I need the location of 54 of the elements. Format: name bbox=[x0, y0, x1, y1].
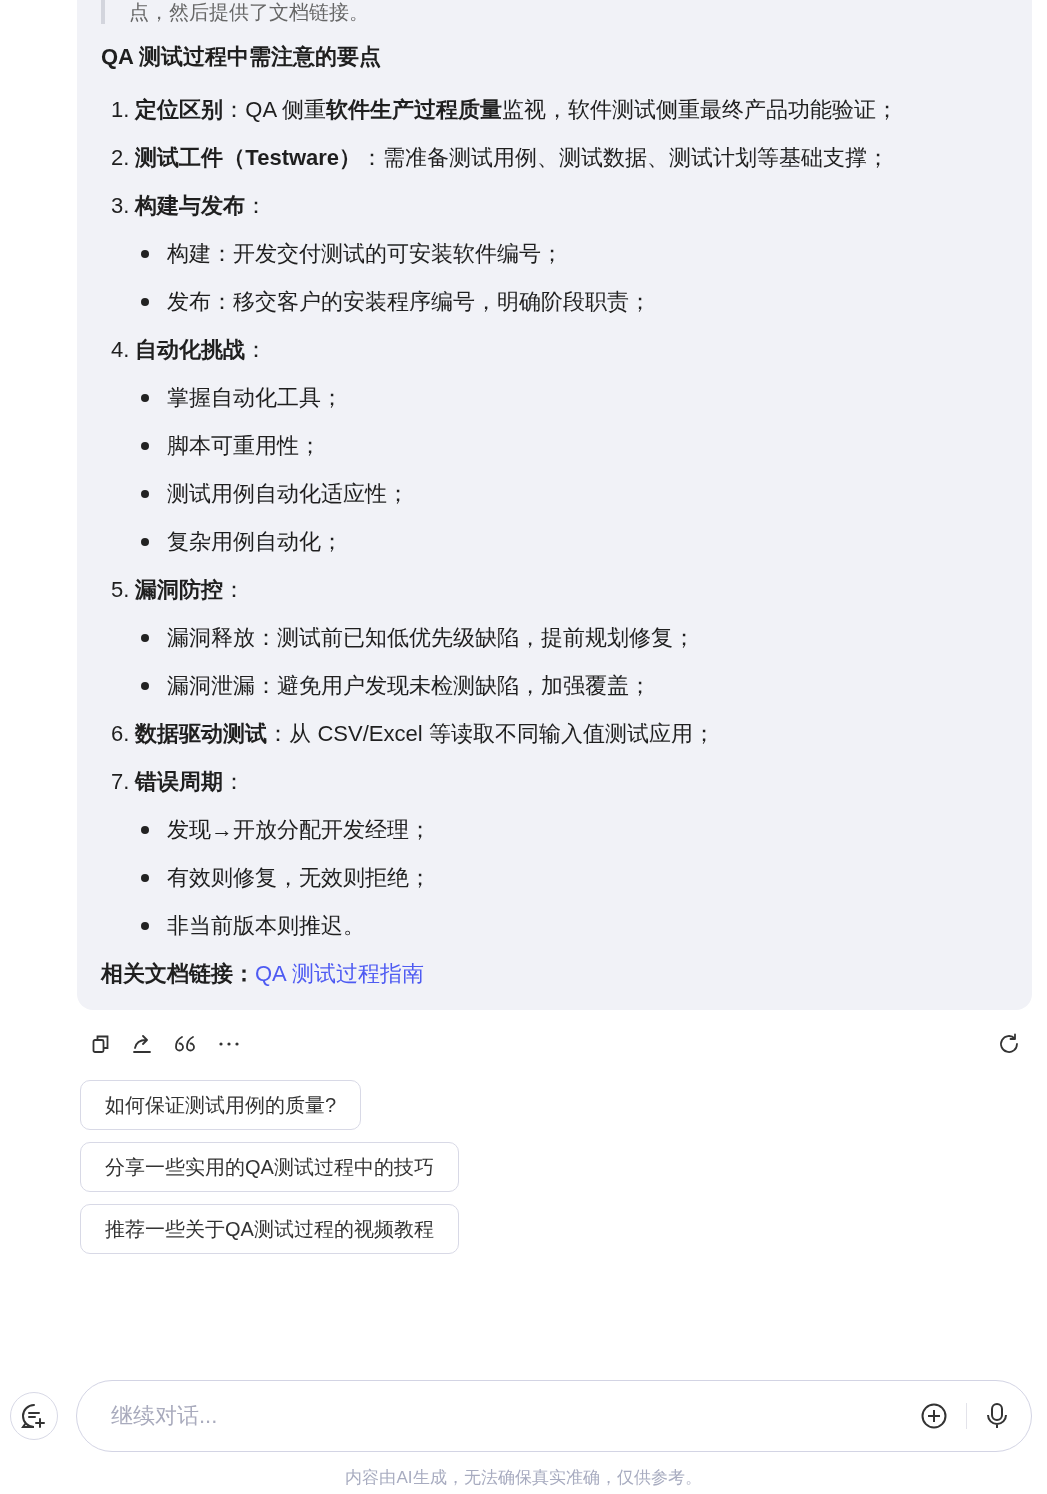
list-item-text: 定位区别：QA 侧重软件生产过程质量监视，软件测试侧重最终产品功能验证； bbox=[135, 96, 899, 124]
add-icon[interactable] bbox=[920, 1402, 948, 1430]
list-item-text: 非当前版本则推迟。 bbox=[167, 912, 365, 940]
new-chat-button[interactable] bbox=[10, 1392, 58, 1440]
disclaimer-text: 内容由AI生成，无法确保真实准确，仅供参考。 bbox=[344, 1467, 703, 1489]
section-heading: QA 测试过程中需注意的要点 bbox=[101, 43, 383, 71]
list-number: 6. bbox=[111, 721, 130, 747]
copy-icon[interactable] bbox=[92, 1034, 110, 1054]
list-number: 1. bbox=[111, 97, 130, 123]
list-item-text: 发现→开放分配开发经理； bbox=[167, 816, 431, 844]
list-item-text: 复杂用例自动化； bbox=[167, 528, 343, 556]
list-number: 4. bbox=[111, 337, 130, 363]
bullet-icon bbox=[141, 826, 149, 834]
bullet-icon bbox=[141, 634, 149, 642]
bullet-icon bbox=[141, 490, 149, 498]
related-docs-label: 相关文档链接： bbox=[101, 961, 255, 986]
list-number: 3. bbox=[111, 193, 130, 219]
share-icon[interactable] bbox=[132, 1035, 152, 1053]
list-number: 5. bbox=[111, 577, 130, 603]
bullet-icon bbox=[141, 298, 149, 306]
list-item-text: 掌握自动化工具； bbox=[167, 384, 343, 412]
bullet-icon bbox=[141, 250, 149, 258]
list-item-text: 构建：开发交付测试的可安装软件编号； bbox=[167, 240, 563, 268]
suggestion-button[interactable]: 推荐一些关于QA测试过程的视频教程 bbox=[80, 1204, 459, 1254]
chat-input-field[interactable]: 继续对话... bbox=[109, 1402, 902, 1430]
new-chat-icon bbox=[20, 1402, 48, 1430]
list-item-text: 错误周期： bbox=[135, 768, 246, 796]
list-item-text: 有效则修复，无效则拒绝； bbox=[167, 864, 431, 892]
list-item-text: 测试用例自动化适应性； bbox=[167, 480, 409, 508]
microphone-icon[interactable] bbox=[985, 1402, 1009, 1430]
list-item-text: 数据驱动测试：从 CSV/Excel 等读取不同输入值测试应用； bbox=[135, 720, 715, 748]
bullet-icon bbox=[141, 442, 149, 450]
list-item-text: 构建与发布： bbox=[135, 192, 268, 220]
refresh-icon[interactable] bbox=[998, 1033, 1020, 1055]
doc-link[interactable]: QA 测试过程指南 bbox=[255, 961, 424, 986]
more-icon[interactable] bbox=[218, 1041, 240, 1047]
list-item-text: 漏洞释放：测试前已知低优先级缺陷，提前规划修复； bbox=[167, 624, 695, 652]
quote-text: 点，然后提供了文档链接。 bbox=[101, 0, 1008, 24]
bullet-icon bbox=[141, 682, 149, 690]
list-item-text: 自动化挑战： bbox=[135, 336, 268, 364]
list-item-text: 脚本可重用性； bbox=[167, 432, 321, 460]
bullet-icon bbox=[141, 874, 149, 882]
list-item-text: 漏洞泄漏：避免用户发现未检测缺陷，加强覆盖； bbox=[167, 672, 651, 700]
suggestion-button[interactable]: 分享一些实用的QA测试过程中的技巧 bbox=[80, 1142, 459, 1192]
bullet-icon bbox=[141, 538, 149, 546]
list-item-text: 测试工件（Testware）：需准备测试用例、测试数据、测试计划等基础支撑； bbox=[135, 144, 890, 172]
bullet-icon bbox=[141, 394, 149, 402]
list-item-text: 漏洞防控： bbox=[135, 576, 246, 604]
bullet-icon bbox=[141, 922, 149, 930]
list-number: 2. bbox=[111, 145, 130, 171]
list-number: 7. bbox=[111, 769, 130, 795]
list-item-text: 发布：移交客户的安装程序编号，明确阶段职责； bbox=[167, 288, 651, 316]
quote-icon[interactable] bbox=[174, 1035, 196, 1053]
suggestion-button[interactable]: 如何保证测试用例的质量? bbox=[80, 1080, 362, 1130]
